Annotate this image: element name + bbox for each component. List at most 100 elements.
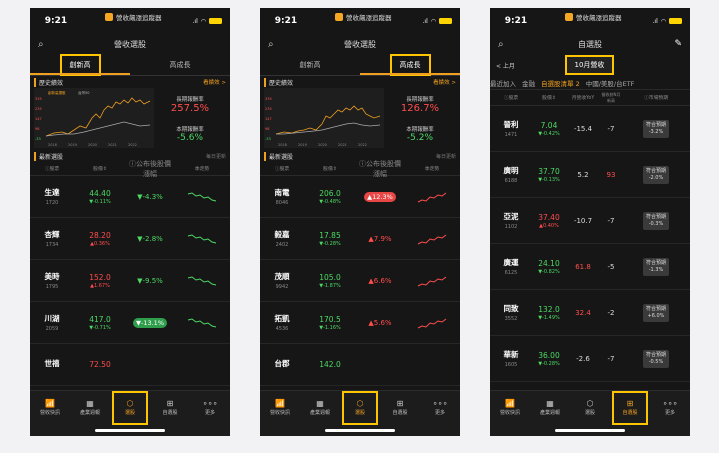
- chip-watchlist-2[interactable]: 自選股清單 2: [541, 78, 580, 88]
- price: 17.85: [319, 230, 341, 240]
- month-selector: < 上月 10月營收: [490, 54, 690, 76]
- col-expect[interactable]: ⓘ市場預期: [622, 94, 690, 101]
- price-cell: 7.04 ▼-0.42%: [532, 121, 566, 137]
- price-change: ▼-1.87%: [319, 282, 341, 289]
- nav-picker[interactable]: ⬡ 選股: [570, 391, 610, 423]
- table-row[interactable]: 台郡 142.0: [260, 344, 460, 386]
- expect-badge: 符合預期 -2.0%: [642, 165, 669, 184]
- nav-more[interactable]: ∘∘∘ 更多: [420, 391, 460, 423]
- gain-cell: ▼-13.1%: [126, 317, 174, 328]
- gain-value: ▲6.6%: [368, 276, 392, 285]
- table-row[interactable]: 亞泥 1102 37.40 ▲0.40% -10.7 -7 符合預期 -0.3%: [490, 198, 690, 244]
- col-price[interactable]: 股價⇕: [304, 165, 356, 172]
- search-icon[interactable]: ⌕: [268, 39, 282, 50]
- table-row[interactable]: 茂順 9942 105.0 ▼-1.87% ▲6.6%: [260, 260, 460, 302]
- table-row[interactable]: 美時 1795 152.0 ▲1.67% ▼-9.5%: [30, 260, 230, 302]
- series-line-b: [45, 121, 151, 137]
- update-note: 每日更新: [205, 153, 226, 160]
- tab-bar: 創新高 高成長: [30, 53, 230, 76]
- signal-icon: .ıl: [652, 17, 658, 25]
- nav-watchlist[interactable]: ⊞ 自選股: [380, 391, 420, 423]
- prev-month-button[interactable]: < 上月: [496, 61, 515, 70]
- tab-bar: 創新高 高成長: [260, 53, 460, 76]
- table-row[interactable]: 廣運 6125 24.10 ▼-0.82% 61.8 -5 符合預期 -1.3%: [490, 244, 690, 290]
- table-row[interactable]: 同致 3552 132.0 ▼-1.49% 32.4 -2 符合預期 +6.0%: [490, 290, 690, 336]
- col-stock[interactable]: ⓘ股票: [490, 94, 532, 101]
- price-change: ▲0.36%: [90, 240, 110, 247]
- nav-industry[interactable]: ▦ 產業週報: [70, 391, 110, 423]
- see-performance-link[interactable]: 看績效 >: [433, 78, 456, 86]
- trend-cell: [174, 314, 230, 332]
- gain-value: ▼-13.1%: [133, 317, 167, 328]
- stock-cell: 亞泥 1102: [490, 211, 532, 230]
- expect-value: -2.0%: [648, 174, 664, 181]
- status-bar: 9:21 營收飆漲追蹤器 .ıl ◠: [260, 8, 460, 34]
- gain-value: ▼-9.5%: [137, 276, 163, 285]
- month-label[interactable]: 10月營收: [564, 55, 615, 75]
- table-row[interactable]: 拓凱 4536 170.5 ▼-1.16% ▲5.6%: [260, 302, 460, 344]
- nav-picker[interactable]: ⬡ 選股: [110, 391, 150, 425]
- stock-cell: 毅嘉 2402: [260, 229, 304, 248]
- col-gain[interactable]: ⓘ公布後股價漲幅: [356, 159, 404, 179]
- nav-news[interactable]: 📶 營收快訊: [490, 391, 530, 423]
- recent-return: 本期報酬率 -5.6%: [176, 125, 204, 143]
- long-return-label: 長期報酬率: [176, 97, 204, 104]
- chip-intl[interactable]: 中國/美股/台ETF: [586, 78, 635, 88]
- phone-screen-high-growth: 9:21 營收飆漲追蹤器 .ıl ◠ ⌕ 營收選股 創新高 高成長 歷史績效 看績…: [260, 8, 460, 436]
- nav-industry[interactable]: ▦ 產業週報: [530, 391, 570, 423]
- x-tick: 2022: [358, 143, 367, 147]
- table-row[interactable]: 毅嘉 2402 17.85 ▼-0.28% ▲7.9%: [260, 218, 460, 260]
- col-nmonth[interactable]: 營收創N月新高: [600, 92, 622, 104]
- nav-watchlist[interactable]: ⊞ 自選股: [150, 391, 190, 423]
- table-row[interactable]: 晉利 1471 7.04 ▼-0.42% -15.4 -7 符合預期 -3.2%: [490, 106, 690, 152]
- table-row[interactable]: 廣明 6188 37.70 ▼-0.13% 5.2 93 符合預期 -2.0%: [490, 152, 690, 198]
- stock-name: 毅嘉: [274, 230, 290, 239]
- nav-more[interactable]: ∘∘∘ 更多: [650, 391, 690, 423]
- price-cell: 105.0 ▼-1.87%: [304, 273, 356, 289]
- nav-more[interactable]: ∘∘∘ 更多: [190, 391, 230, 423]
- table-row[interactable]: 世禧 72.50: [30, 344, 230, 386]
- stock-cell: 茂順 9942: [260, 271, 304, 290]
- col-trend: 季走勢: [424, 167, 440, 172]
- nav-picker[interactable]: ⬡ 選股: [340, 391, 380, 425]
- app-name: 營收飆漲追蹤器: [346, 14, 392, 22]
- table-row[interactable]: 生達 1720 44.40 ▼-0.11% ▼-4.3%: [30, 176, 230, 218]
- search-icon[interactable]: ⌕: [38, 39, 52, 50]
- tab-new-high[interactable]: 創新高: [30, 53, 130, 76]
- col-price[interactable]: 股價⇕: [74, 165, 126, 172]
- table-row[interactable]: 南電 8046 206.0 ▼-0.48% ▲12.3%: [260, 176, 460, 218]
- stock-name: 杏輝: [44, 230, 60, 239]
- chip-finance[interactable]: 金融: [522, 78, 535, 88]
- edit-pencil-icon[interactable]: ✎: [668, 39, 682, 49]
- battery-icon: [209, 18, 222, 24]
- history-section-header: 歷史績效 看績效 >: [30, 76, 230, 88]
- more-icon: ∘∘∘: [662, 398, 678, 408]
- plus-square-icon: ⊞: [396, 398, 404, 408]
- col-gain[interactable]: ⓘ公布後股價漲幅: [126, 159, 174, 179]
- tab-high-growth[interactable]: 高成長: [360, 53, 460, 76]
- nav-industry[interactable]: ▦ 產業週報: [300, 391, 340, 423]
- tab-new-high[interactable]: 創新高: [260, 54, 360, 75]
- search-icon[interactable]: ⌕: [498, 39, 512, 50]
- stock-code: 3552: [504, 316, 518, 322]
- table-row[interactable]: 川湖 2059 417.0 ▼-0.71% ▼-13.1%: [30, 302, 230, 344]
- col-yoy[interactable]: 月營收YoY: [566, 94, 600, 101]
- col-price[interactable]: 股價⇕: [532, 94, 566, 101]
- table-row[interactable]: 杏輝 1734 28.20 ▲0.36% ▼-2.8%: [30, 218, 230, 260]
- page-title: 營收選股: [114, 39, 146, 49]
- price: 132.0: [538, 304, 560, 314]
- cube-icon: ⬡: [126, 398, 134, 408]
- chip-recent[interactable]: 最近加入: [490, 78, 516, 88]
- header: ⌕ 自選股 ✎: [490, 34, 690, 54]
- app-logo-icon: [105, 13, 113, 21]
- nav-news[interactable]: 📶 營收快訊: [260, 391, 300, 423]
- table-row[interactable]: 華新 1605 36.00 ▼-0.28% -2.6 -7 符合預期 -0.5%: [490, 336, 690, 382]
- tab-high-growth[interactable]: 高成長: [130, 54, 230, 75]
- nav-news[interactable]: 📶 營收快訊: [30, 391, 70, 423]
- app-logo-icon: [335, 13, 343, 21]
- col-stock[interactable]: ⓘ股票: [30, 165, 74, 172]
- see-performance-link[interactable]: 看績效 >: [203, 78, 226, 86]
- col-stock[interactable]: ⓘ股票: [260, 165, 304, 172]
- wifi-icon: ◠: [430, 17, 436, 25]
- nav-watchlist[interactable]: ⊞ 自選股: [610, 391, 650, 425]
